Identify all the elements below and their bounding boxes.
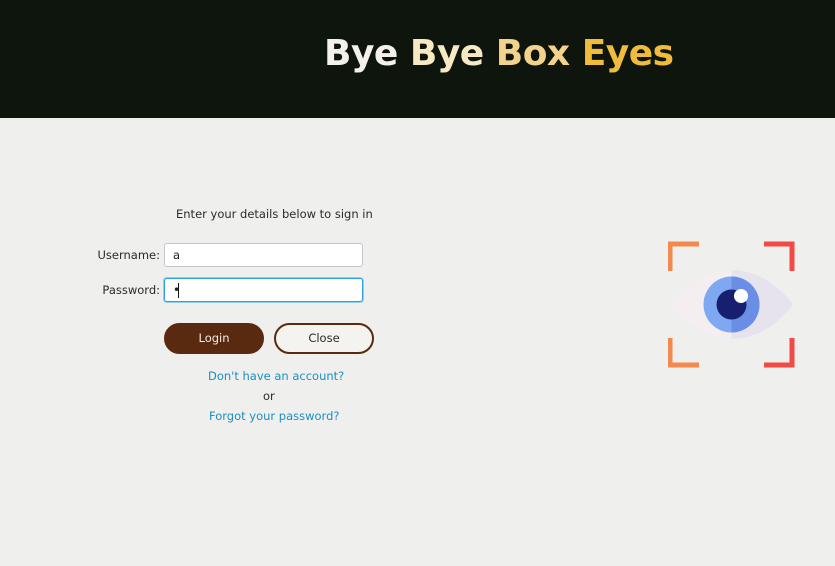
- username-value: a: [173, 248, 181, 262]
- username-field[interactable]: a: [164, 243, 363, 267]
- text-caret: [178, 283, 179, 298]
- signup-link[interactable]: Don't have an account?: [208, 369, 344, 383]
- sign-in-instruction: Enter your details below to sign in: [176, 207, 373, 221]
- username-label: Username:: [97, 248, 161, 262]
- password-masked-value: •: [173, 283, 181, 297]
- title-word-2: Bye: [409, 33, 484, 74]
- password-label: Password:: [102, 283, 160, 297]
- title-word-1: Bye: [324, 33, 398, 74]
- app-header: Bye Bye Box Eyes: [0, 0, 835, 118]
- title-word-3: Box: [495, 33, 570, 74]
- or-separator: or: [263, 389, 275, 403]
- login-button[interactable]: Login: [164, 323, 264, 354]
- title-word-4: Eyes: [581, 33, 674, 74]
- eye-focus-icon: [668, 241, 795, 368]
- app-title: Bye Bye Box Eyes: [324, 30, 674, 78]
- close-button[interactable]: Close: [274, 323, 374, 354]
- forgot-password-link[interactable]: Forgot your password?: [209, 409, 339, 423]
- password-field[interactable]: •: [164, 278, 363, 302]
